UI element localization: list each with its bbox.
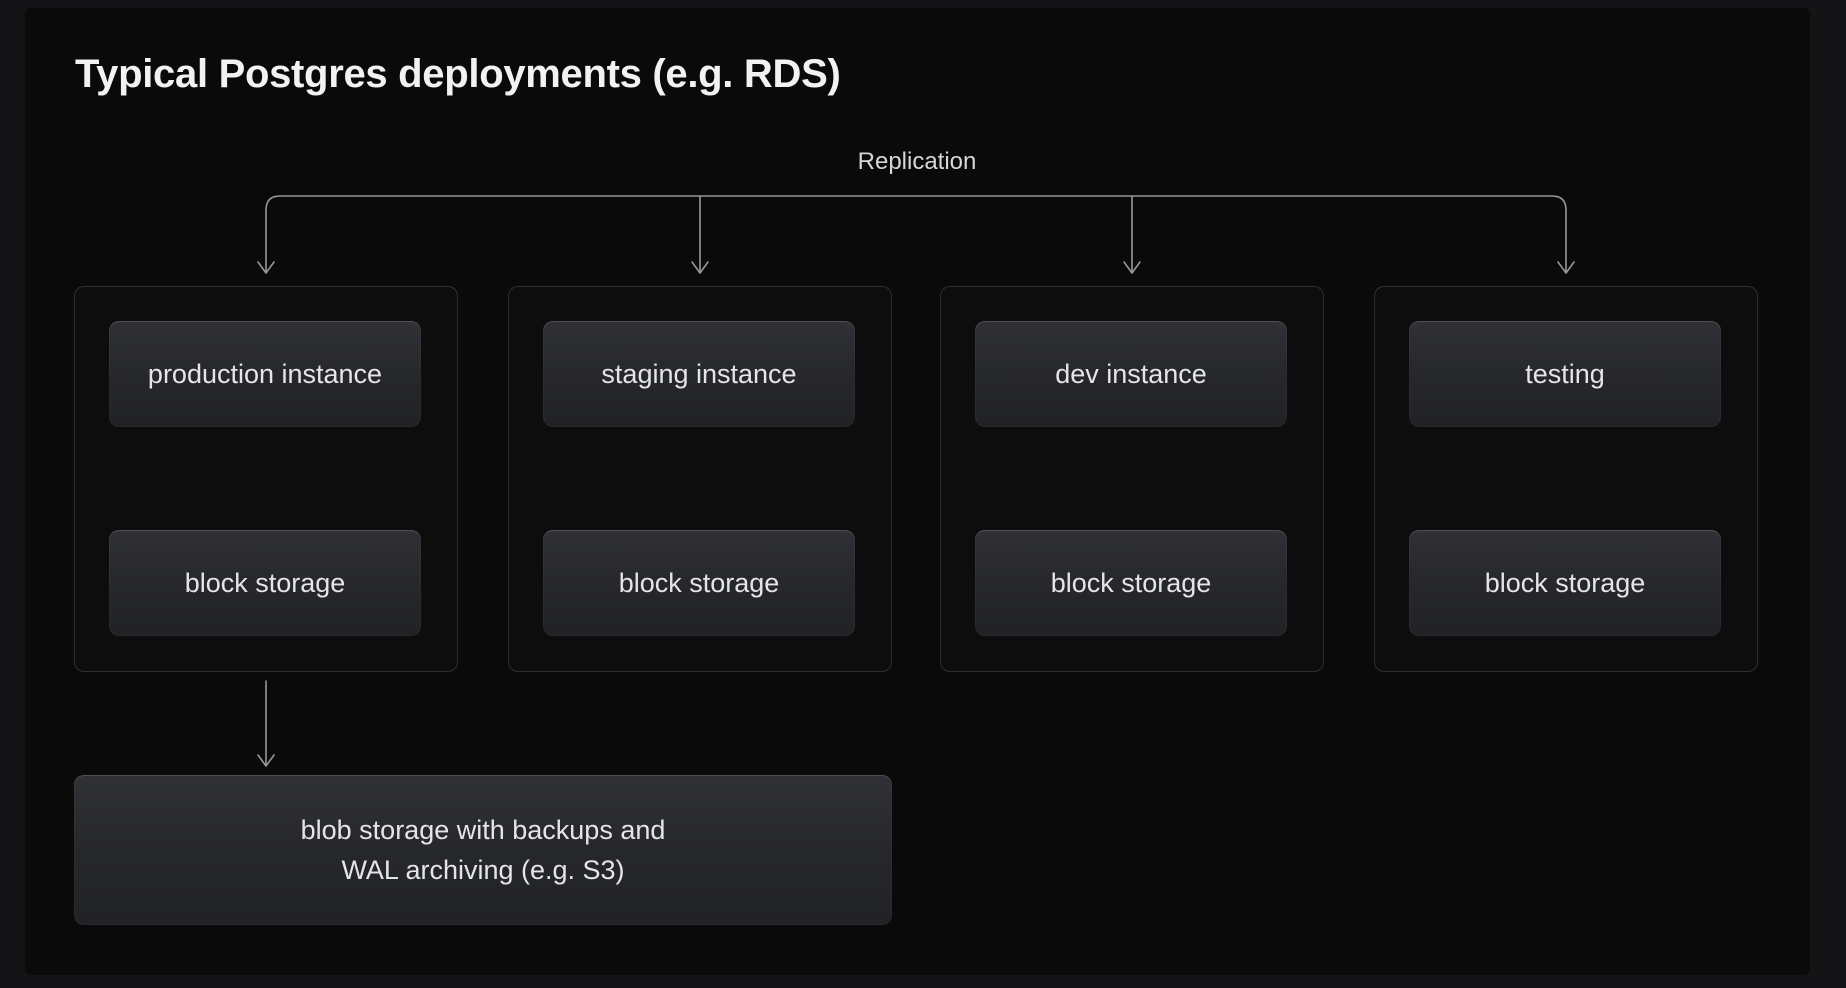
instance-node-label: testing [1525, 359, 1605, 390]
blob-storage-line2: WAL archiving (e.g. S3) [341, 850, 624, 890]
blob-storage-node: blob storage with backups and WAL archiv… [74, 775, 892, 925]
instance-node-label: staging instance [601, 359, 796, 390]
instance-node: testing [1409, 321, 1721, 427]
block-storage-node-label: block storage [1051, 568, 1212, 599]
block-storage-node: block storage [1409, 530, 1721, 636]
instance-node-label: production instance [148, 359, 382, 390]
instance-node: dev instance [975, 321, 1287, 427]
block-storage-node-label: block storage [185, 568, 346, 599]
deployment-column-testing: testing block storage [1374, 286, 1758, 672]
instance-node: staging instance [543, 321, 855, 427]
block-storage-node: block storage [975, 530, 1287, 636]
instance-node-label: dev instance [1055, 359, 1207, 390]
deployment-column-dev: dev instance block storage [940, 286, 1324, 672]
instance-node: production instance [109, 321, 421, 427]
deployment-column-staging: staging instance block storage [508, 286, 892, 672]
blob-storage-line1: blob storage with backups and [301, 810, 666, 850]
block-storage-node: block storage [543, 530, 855, 636]
page-title: Typical Postgres deployments (e.g. RDS) [75, 52, 841, 97]
diagram-canvas: Typical Postgres deployments (e.g. RDS) … [0, 0, 1846, 988]
replication-label: Replication [858, 148, 977, 176]
block-storage-node-label: block storage [1485, 568, 1646, 599]
block-storage-node: block storage [109, 530, 421, 636]
block-storage-node-label: block storage [619, 568, 780, 599]
deployment-column-production: production instance block storage [74, 286, 458, 672]
